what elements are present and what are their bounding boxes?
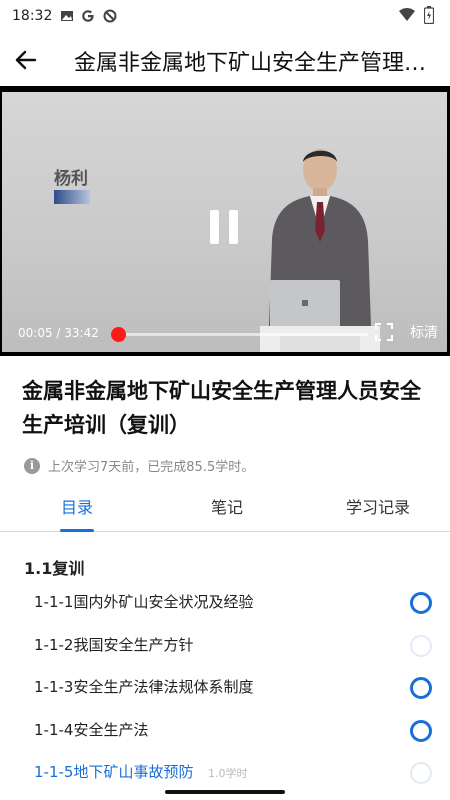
arrow-left-icon[interactable] xyxy=(12,46,40,74)
lesson-label: 1-1-5地下矿山事故预防 xyxy=(34,763,194,781)
image-icon xyxy=(61,11,73,21)
tab-study-record[interactable]: 学习记录 xyxy=(346,494,410,518)
wifi-icon xyxy=(399,8,415,21)
lesson-status-icon xyxy=(410,677,432,699)
tab-bar: 目录 笔记 学习记录 xyxy=(0,486,450,532)
lesson-item-playing[interactable]: 1-1-5地下矿山事故预防 1.0学时 xyxy=(0,753,450,793)
status-icons-left xyxy=(60,8,118,24)
tab-catalog[interactable]: 目录 xyxy=(61,494,93,518)
lesson-hours: 1.0学时 xyxy=(208,767,248,780)
lesson-status-icon xyxy=(410,635,432,657)
lecturer-name-bar xyxy=(54,190,90,204)
info-icon: i xyxy=(24,457,40,474)
lecturer-video-figure xyxy=(260,149,380,352)
lesson-item[interactable]: 1-1-1国内外矿山安全状况及经验 xyxy=(0,583,450,623)
tab-notes[interactable]: 笔记 xyxy=(211,494,243,518)
lecturer-name: 杨利 xyxy=(54,169,88,189)
lesson-label: 1-1-1国内外矿山安全状况及经验 xyxy=(34,593,254,611)
home-indicator[interactable] xyxy=(165,790,285,794)
page-title: 金属非金属地下矿山安全生产管理人员安全生产培训（复训） xyxy=(74,51,434,76)
app-bar: 金属非金属地下矿山安全生产管理人员安全生产培训（复训） xyxy=(0,34,450,86)
course-title: 金属非金属地下矿山安全生产管理人员安全生产培训（复训） xyxy=(22,379,421,437)
study-info: i 上次学习7天前，已完成85.5学时。 xyxy=(24,456,254,475)
pause-button[interactable] xyxy=(210,210,240,244)
battery-icon xyxy=(424,6,434,24)
video-frame[interactable]: 杨利 00:05 / 33:42 标清 xyxy=(2,92,447,352)
video-progress-knob[interactable] xyxy=(111,327,126,342)
status-time: 18:32 xyxy=(12,8,53,24)
quality-button[interactable]: 标清 xyxy=(410,322,438,342)
lesson-label: 1-1-3安全生产法律法规体系制度 xyxy=(34,678,254,696)
status-bar: 18:32 xyxy=(0,0,450,34)
tab-active-indicator xyxy=(60,529,94,532)
video-progress-bar[interactable] xyxy=(116,333,368,336)
lesson-item[interactable]: 1-1-4安全生产法 xyxy=(0,711,450,751)
lesson-status-icon xyxy=(410,762,432,784)
data-saver-icon xyxy=(103,9,117,23)
status-icons-right xyxy=(398,6,434,24)
lesson-item[interactable]: 1-1-3安全生产法律法规体系制度 xyxy=(0,668,450,708)
fullscreen-icon[interactable] xyxy=(374,322,394,342)
study-info-text: 上次学习7天前，已完成85.5学时。 xyxy=(48,460,255,475)
lesson-status-icon xyxy=(410,592,432,614)
lesson-item[interactable]: 1-1-2我国安全生产方针 xyxy=(0,626,450,666)
google-icon xyxy=(82,10,94,22)
section-title: 1.1复训 xyxy=(24,559,85,578)
video-time: 00:05 / 33:42 xyxy=(18,326,99,340)
lesson-label: 1-1-2我国安全生产方针 xyxy=(34,636,194,654)
video-player[interactable]: 杨利 00:05 / 33:42 标清 xyxy=(0,86,450,356)
lesson-status-icon xyxy=(410,720,432,742)
lesson-label: 1-1-4安全生产法 xyxy=(34,721,149,739)
